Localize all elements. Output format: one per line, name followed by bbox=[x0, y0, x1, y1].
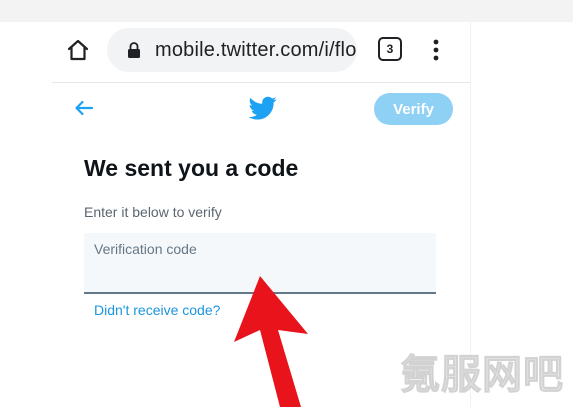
home-icon bbox=[67, 39, 89, 61]
page-title: We sent you a code bbox=[84, 155, 299, 181]
watermark-logo: 氪服网吧 bbox=[400, 352, 564, 399]
arrow-left-icon bbox=[75, 100, 94, 116]
verify-button[interactable]: Verify bbox=[374, 93, 453, 125]
more-vert-icon bbox=[433, 39, 439, 61]
red-arrow-icon bbox=[234, 276, 308, 407]
tab-count: 3 bbox=[386, 42, 394, 56]
instruction-text: Enter it below to verify bbox=[84, 204, 222, 220]
back-button[interactable] bbox=[72, 96, 96, 120]
lock-icon bbox=[128, 42, 140, 58]
browser-menu-button[interactable] bbox=[424, 34, 448, 66]
tab-switcher-button[interactable]: 3 bbox=[378, 37, 402, 61]
svg-text:氪服网吧: 氪服网吧 bbox=[400, 352, 564, 398]
twitter-bird-icon bbox=[248, 96, 277, 120]
verification-code-placeholder: Verification code bbox=[94, 241, 197, 257]
resend-code-link[interactable]: Didn't receive code? bbox=[94, 302, 220, 318]
status-bar bbox=[0, 0, 573, 22]
home-button[interactable] bbox=[64, 36, 92, 64]
address-bar[interactable]: mobile.twitter.com/i/flo bbox=[107, 28, 357, 72]
url-text: mobile.twitter.com/i/flo bbox=[155, 39, 357, 61]
browser-toolbar: mobile.twitter.com/i/flo 3 bbox=[52, 22, 470, 83]
